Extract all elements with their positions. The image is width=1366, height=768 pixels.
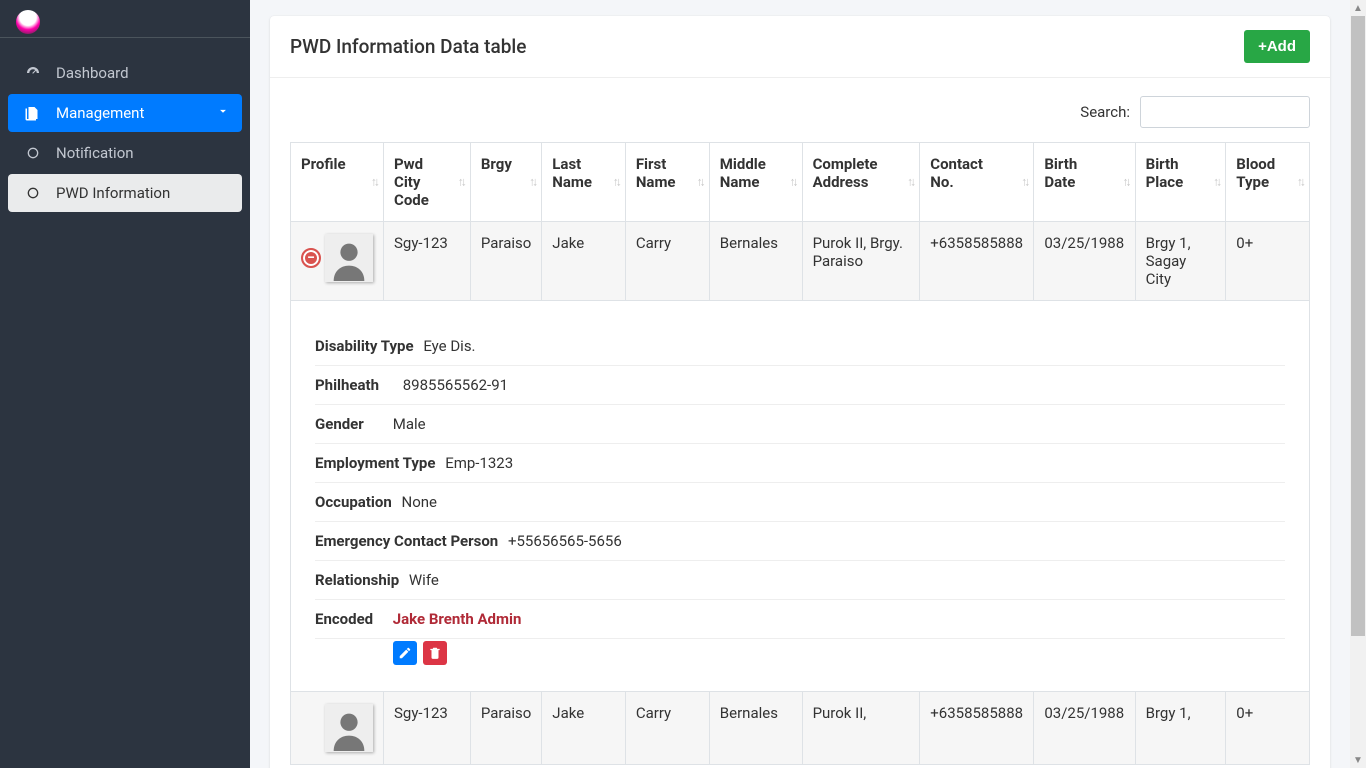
col-profile[interactable]: Profile↑↓ bbox=[291, 143, 384, 222]
sort-icon: ↑↓ bbox=[697, 178, 703, 185]
sort-icon: ↑↓ bbox=[613, 178, 619, 185]
detail-gender: Gender Male bbox=[315, 405, 1285, 444]
avatar bbox=[325, 234, 373, 282]
cell-brgy: Paraiso bbox=[470, 692, 541, 765]
chevron-down-icon bbox=[216, 104, 230, 122]
detail-philheath: Philheath 8985565562-91 bbox=[315, 366, 1285, 405]
detail-encoded: Encoded Jake Brenth Admin bbox=[315, 600, 1285, 639]
cell-first-name: Carry bbox=[625, 222, 709, 301]
sort-icon: ↑↓ bbox=[1297, 178, 1303, 185]
scrollbar[interactable]: ▲ ▼ bbox=[1350, 0, 1366, 768]
cell-middle-name: Bernales bbox=[709, 692, 802, 765]
sidebar-item-label: PWD Information bbox=[56, 184, 170, 202]
card: PWD Information Data table +Add Search: … bbox=[270, 16, 1330, 768]
col-last-name[interactable]: Last Name↑↓ bbox=[542, 143, 626, 222]
cell-contact-no: +6358585888 bbox=[920, 222, 1034, 301]
cell-last-name: Jake bbox=[542, 222, 626, 301]
detail-relationship: Relationship Wife bbox=[315, 561, 1285, 600]
table-row: Sgy-123 Paraiso Jake Carry Bernales Puro… bbox=[291, 692, 1310, 765]
detail-emergency-contact: Emergency Contact Person +55656565-5656 bbox=[315, 522, 1285, 561]
col-blood-type[interactable]: Blood Type↑↓ bbox=[1226, 143, 1310, 222]
col-first-name[interactable]: First Name↑↓ bbox=[625, 143, 709, 222]
delete-button[interactable] bbox=[423, 641, 447, 665]
detail-row: Disability Type Eye Dis. Philheath 89855… bbox=[291, 301, 1310, 692]
scroll-up-icon[interactable]: ▲ bbox=[1350, 0, 1366, 16]
detail-employment-type: Employment Type Emp-1323 bbox=[315, 444, 1285, 483]
sidebar-item-pwd-information[interactable]: PWD Information bbox=[8, 174, 242, 212]
col-brgy[interactable]: Brgy↑↓ bbox=[470, 143, 541, 222]
cell-birth-date: 03/25/1988 bbox=[1034, 692, 1135, 765]
sort-icon: ↑↓ bbox=[1213, 178, 1219, 185]
cell-birth-place: Brgy 1, bbox=[1135, 692, 1226, 765]
sort-icon: ↑↓ bbox=[371, 178, 377, 185]
row-collapse-button[interactable]: − bbox=[301, 248, 321, 268]
cell-brgy: Paraiso bbox=[470, 222, 541, 301]
col-complete-address[interactable]: Complete Address↑↓ bbox=[802, 143, 920, 222]
scroll-down-icon[interactable]: ▼ bbox=[1350, 752, 1366, 768]
avatar bbox=[325, 704, 373, 752]
sidebar-item-dashboard[interactable]: Dashboard bbox=[8, 54, 242, 92]
sort-icon: ↑↓ bbox=[907, 178, 913, 185]
sidebar-item-management[interactable]: Management bbox=[8, 94, 242, 132]
plus-icon: + bbox=[1258, 38, 1267, 55]
circle-icon bbox=[22, 185, 44, 201]
dashboard-icon bbox=[22, 64, 44, 82]
search-label: Search: bbox=[1080, 103, 1130, 121]
edit-button[interactable] bbox=[393, 641, 417, 665]
sidebar-item-label: Management bbox=[56, 104, 144, 122]
col-pwd-city-code[interactable]: Pwd City Code↑↓ bbox=[384, 143, 471, 222]
table-row: − Sgy-123 Paraiso Jake Carry bbox=[291, 222, 1310, 301]
cell-pwd-city-code: Sgy-123 bbox=[384, 222, 471, 301]
sort-icon: ↑↓ bbox=[790, 178, 796, 185]
detail-occupation: Occupation None bbox=[315, 483, 1285, 522]
circle-icon bbox=[22, 145, 44, 161]
brand-logo-icon bbox=[16, 10, 40, 34]
cell-complete-address: Purok II, bbox=[802, 692, 920, 765]
cell-blood-type: 0+ bbox=[1226, 692, 1310, 765]
sidebar: Dashboard Management Notification bbox=[0, 0, 250, 768]
page-title: PWD Information Data table bbox=[290, 35, 526, 58]
sort-icon: ↑↓ bbox=[458, 178, 464, 185]
sidebar-item-label: Dashboard bbox=[56, 64, 129, 82]
add-button[interactable]: +Add bbox=[1244, 30, 1310, 63]
search-input[interactable] bbox=[1140, 96, 1310, 128]
search-row: Search: bbox=[290, 96, 1310, 128]
cell-birth-date: 03/25/1988 bbox=[1034, 222, 1135, 301]
col-contact-no[interactable]: Contact No.↑↓ bbox=[920, 143, 1034, 222]
cell-middle-name: Bernales bbox=[709, 222, 802, 301]
row-actions bbox=[393, 641, 1285, 669]
brand-row bbox=[0, 10, 250, 38]
sort-icon: ↑↓ bbox=[1021, 178, 1027, 185]
cell-complete-address: Purok II, Brgy. Paraiso bbox=[802, 222, 920, 301]
cell-contact-no: +6358585888 bbox=[920, 692, 1034, 765]
sidebar-item-label: Notification bbox=[56, 144, 134, 162]
cell-birth-place: Brgy 1, Sagay City bbox=[1135, 222, 1226, 301]
cell-blood-type: 0+ bbox=[1226, 222, 1310, 301]
cell-last-name: Jake bbox=[542, 692, 626, 765]
files-icon bbox=[22, 104, 44, 122]
data-table: Profile↑↓ Pwd City Code↑↓ Brgy↑↓ Last Na… bbox=[290, 142, 1310, 765]
scrollbar-thumb[interactable] bbox=[1351, 16, 1365, 636]
card-header: PWD Information Data table +Add bbox=[270, 16, 1330, 78]
col-birth-date[interactable]: Birth Date↑↓ bbox=[1034, 143, 1135, 222]
nav: Dashboard Management Notification bbox=[0, 46, 250, 222]
col-middle-name[interactable]: Middle Name↑↓ bbox=[709, 143, 802, 222]
cell-first-name: Carry bbox=[625, 692, 709, 765]
sidebar-item-notification[interactable]: Notification bbox=[8, 134, 242, 172]
main-content: PWD Information Data table +Add Search: … bbox=[250, 0, 1366, 768]
sort-icon: ↑↓ bbox=[1123, 178, 1129, 185]
cell-pwd-city-code: Sgy-123 bbox=[384, 692, 471, 765]
sort-icon: ↑↓ bbox=[529, 178, 535, 185]
detail-disability-type: Disability Type Eye Dis. bbox=[315, 327, 1285, 366]
col-birth-place[interactable]: Birth Place↑↓ bbox=[1135, 143, 1226, 222]
